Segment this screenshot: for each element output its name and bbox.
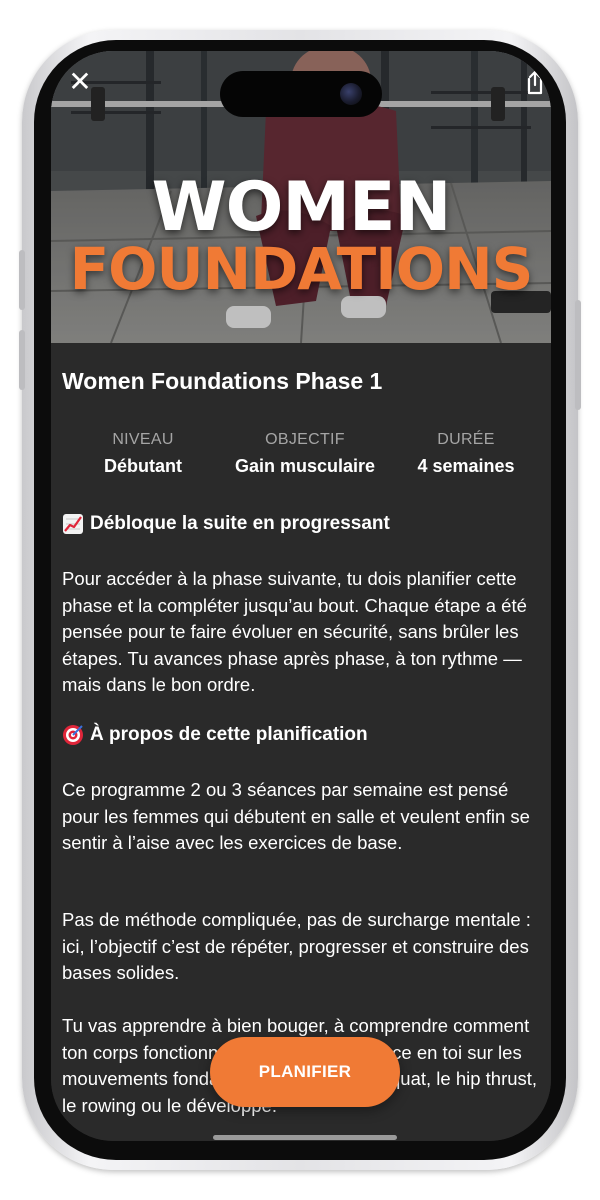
stat-level: NIVEAU Débutant <box>63 431 223 477</box>
stat-duration-label: DURÉE <box>437 431 495 448</box>
dynamic-island <box>220 71 382 117</box>
section-unlock-heading: Débloque la suite en progressant <box>62 513 390 535</box>
target-emoji <box>62 724 84 746</box>
power-button <box>575 300 581 410</box>
app-screen: WOMEN FOUNDATIONS ✕ Women Foundations Ph… <box>51 51 551 1141</box>
camera-icon <box>340 83 362 105</box>
stat-duration: DURÉE 4 semaines <box>386 431 546 477</box>
hero-title-line2: FOUNDATIONS <box>69 235 534 303</box>
close-icon[interactable]: ✕ <box>65 67 95 97</box>
chart-increasing-emoji <box>62 513 84 535</box>
program-title: Women Foundations Phase 1 <box>62 368 383 394</box>
stat-goal-value: Gain musculaire <box>234 456 376 476</box>
section-about-title: À propos de cette planification <box>90 724 368 745</box>
stat-goal-label: OBJECTIF <box>265 431 345 448</box>
stat-level-value: Débutant <box>104 456 182 476</box>
volume-up-button <box>19 250 25 310</box>
section-about-body-2: Pas de méthode compliquée, pas de surcha… <box>62 909 531 983</box>
share-icon[interactable] <box>523 69 545 97</box>
stat-duration-value: 4 semaines <box>417 456 515 476</box>
section-unlock-title: Débloque la suite en progressant <box>90 513 390 534</box>
plan-button[interactable]: PLANIFIER <box>210 1037 400 1107</box>
volume-down-button <box>19 330 25 390</box>
home-indicator[interactable] <box>213 1135 397 1140</box>
stat-goal: OBJECTIF Gain musculaire <box>225 431 385 477</box>
program-hero-image: WOMEN FOUNDATIONS ✕ <box>51 51 551 343</box>
section-about-body-1: Ce programme 2 ou 3 séances par semaine … <box>62 779 530 853</box>
program-details: Women Foundations Phase 1 NIVEAU Débutan… <box>51 343 551 1141</box>
section-unlock-body: Pour accéder à la phase suivante, tu doi… <box>62 568 527 695</box>
stat-level-label: NIVEAU <box>112 431 174 448</box>
section-about-heading: À propos de cette planification <box>62 724 368 746</box>
